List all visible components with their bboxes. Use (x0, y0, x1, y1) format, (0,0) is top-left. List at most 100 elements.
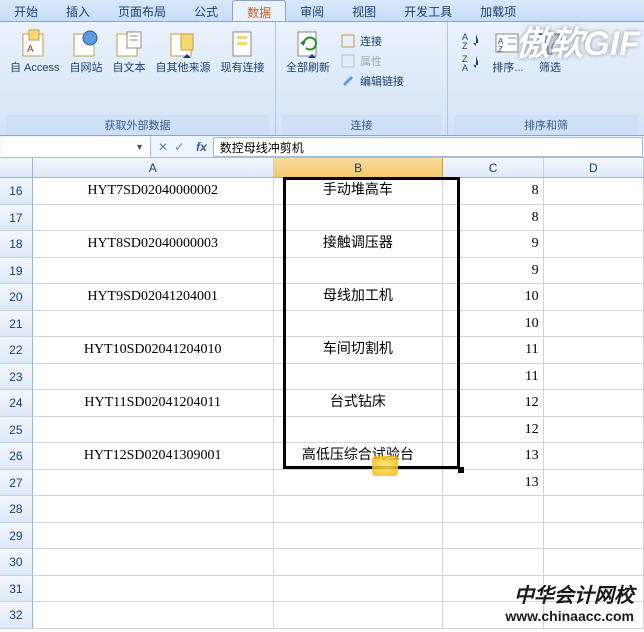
cell[interactable] (544, 443, 644, 470)
cell[interactable] (33, 417, 274, 444)
cell[interactable] (274, 496, 444, 523)
col-header-C[interactable]: C (443, 158, 543, 177)
cell[interactable]: 高低压综合试验台 (274, 443, 444, 470)
row-header[interactable]: 28 (0, 496, 33, 523)
row-header[interactable]: 25 (0, 417, 33, 444)
cell[interactable] (443, 523, 543, 550)
row-header[interactable]: 16 (0, 178, 33, 205)
cell[interactable] (33, 549, 274, 576)
cell[interactable]: HYT8SD02040000003 (33, 231, 274, 258)
col-header-B[interactable]: B (274, 158, 444, 177)
cell[interactable] (274, 549, 444, 576)
cell[interactable]: 8 (443, 178, 543, 205)
cell[interactable] (274, 576, 444, 603)
col-header-A[interactable]: A (33, 158, 274, 177)
tab-insert[interactable]: 插入 (52, 0, 104, 21)
refresh-all-button[interactable]: 全部刷新 (282, 26, 334, 77)
cell[interactable]: HYT11SD02041204011 (33, 390, 274, 417)
connections-button[interactable]: 连接 (336, 32, 408, 50)
cell[interactable] (544, 496, 644, 523)
cell[interactable] (544, 576, 644, 603)
cell[interactable]: 台式钻床 (274, 390, 444, 417)
edit-links-button[interactable]: 编辑链接 (336, 72, 408, 90)
cell[interactable] (544, 602, 644, 629)
tab-data[interactable]: 数据 (232, 0, 286, 21)
tab-review[interactable]: 审阅 (286, 0, 338, 21)
cell[interactable] (274, 470, 444, 497)
cell[interactable] (544, 337, 644, 364)
name-box[interactable]: ▼ (1, 137, 151, 157)
cell[interactable]: 11 (443, 364, 543, 391)
cell[interactable]: 母线加工机 (274, 284, 444, 311)
cell[interactable]: 接触调压器 (274, 231, 444, 258)
cell[interactable] (443, 549, 543, 576)
cell[interactable] (544, 364, 644, 391)
cell[interactable] (544, 178, 644, 205)
row-header[interactable]: 23 (0, 364, 33, 391)
row-header[interactable]: 19 (0, 258, 33, 285)
sort-desc-button[interactable]: ZA (458, 54, 482, 72)
tab-developer[interactable]: 开发工具 (390, 0, 466, 21)
tab-formulas[interactable]: 公式 (180, 0, 232, 21)
tab-layout[interactable]: 页面布局 (104, 0, 180, 21)
cell[interactable]: 手动堆高车 (274, 178, 444, 205)
name-box-dropdown-icon[interactable]: ▼ (135, 142, 144, 152)
name-box-input[interactable] (7, 140, 107, 154)
tab-view[interactable]: 视图 (338, 0, 390, 21)
cell[interactable] (33, 602, 274, 629)
cell[interactable] (274, 258, 444, 285)
from-text-button[interactable]: 自文本 (109, 26, 150, 77)
fill-handle[interactable] (458, 467, 464, 473)
filter-button[interactable]: 筛选 (530, 26, 570, 77)
sort-asc-button[interactable]: AZ (458, 32, 482, 50)
tab-addins[interactable]: 加载项 (466, 0, 530, 21)
cell[interactable] (544, 549, 644, 576)
existing-connections-button[interactable]: 现有连接 (217, 26, 269, 77)
cell[interactable]: HYT7SD02040000002 (33, 178, 274, 205)
row-header[interactable]: 18 (0, 231, 33, 258)
cell[interactable] (33, 523, 274, 550)
cell[interactable]: HYT9SD02041204001 (33, 284, 274, 311)
cell[interactable] (443, 576, 543, 603)
cell[interactable] (33, 205, 274, 232)
row-header[interactable]: 32 (0, 602, 33, 629)
cell[interactable] (544, 523, 644, 550)
row-header[interactable]: 30 (0, 549, 33, 576)
cell[interactable]: 8 (443, 205, 543, 232)
cell[interactable] (33, 311, 274, 338)
cell[interactable] (274, 523, 444, 550)
cell[interactable] (443, 496, 543, 523)
from-access-button[interactable]: A 自 Access (6, 26, 64, 77)
cell[interactable] (33, 364, 274, 391)
row-header[interactable]: 27 (0, 470, 33, 497)
cell[interactable] (544, 284, 644, 311)
from-other-button[interactable]: 自其他来源 (152, 26, 215, 77)
cell[interactable] (33, 496, 274, 523)
cell[interactable]: 13 (443, 443, 543, 470)
cell[interactable] (274, 364, 444, 391)
cell[interactable]: 10 (443, 284, 543, 311)
formula-input[interactable]: 数控母线冲剪机 (213, 137, 643, 157)
cell[interactable]: 9 (443, 258, 543, 285)
cell[interactable]: 12 (443, 390, 543, 417)
row-header[interactable]: 31 (0, 576, 33, 603)
row-header[interactable]: 17 (0, 205, 33, 232)
cell[interactable] (443, 602, 543, 629)
row-header[interactable]: 24 (0, 390, 33, 417)
tab-home[interactable]: 开始 (0, 0, 52, 21)
select-all-corner[interactable] (0, 158, 33, 177)
cell[interactable] (274, 602, 444, 629)
cell[interactable]: HYT12SD02041309001 (33, 443, 274, 470)
cell[interactable] (544, 311, 644, 338)
cell[interactable] (274, 311, 444, 338)
cell[interactable]: 11 (443, 337, 543, 364)
cell[interactable]: 10 (443, 311, 543, 338)
row-header[interactable]: 22 (0, 337, 33, 364)
cell[interactable]: 12 (443, 417, 543, 444)
cell[interactable] (274, 205, 444, 232)
cell[interactable] (274, 417, 444, 444)
cancel-icon[interactable]: ✕ (158, 140, 168, 154)
cell[interactable]: 13 (443, 470, 543, 497)
cell[interactable] (544, 258, 644, 285)
cell[interactable]: HYT10SD02041204010 (33, 337, 274, 364)
